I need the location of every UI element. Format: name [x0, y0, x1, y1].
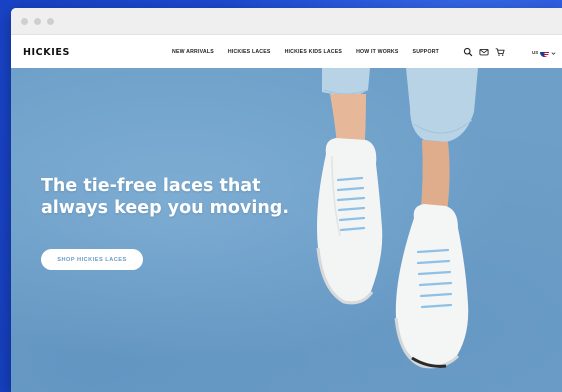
cart-icon[interactable]: [495, 47, 505, 57]
locale-selector[interactable]: US: [532, 43, 556, 61]
browser-title-bar: [11, 8, 562, 35]
hero-headline-line-1: The tie-free laces that: [41, 176, 261, 196]
nav-hickies-laces[interactable]: HICKIES LACES: [228, 49, 271, 55]
window-maximize-dot[interactable]: [47, 17, 54, 25]
search-icon[interactable]: [463, 47, 473, 57]
browser-window: HICKIES NEW ARRIVALS HICKIES LACES HICKI…: [11, 8, 562, 392]
window-close-dot[interactable]: [21, 17, 28, 25]
hero-sneakers-image: [296, 68, 496, 392]
mail-icon[interactable]: [479, 47, 489, 57]
site-header: HICKIES NEW ARRIVALS HICKIES LACES HICKI…: [11, 35, 562, 69]
main-menu: NEW ARRIVALS HICKIES LACES HICKIES KIDS …: [172, 49, 439, 55]
site-logo[interactable]: HICKIES: [23, 47, 70, 58]
window-minimize-dot[interactable]: [34, 17, 41, 25]
nav-how-it-works[interactable]: HOW IT WORKS: [356, 49, 398, 55]
hero-headline-line-2: always keep you moving.: [41, 198, 289, 218]
locale-code: US: [532, 49, 539, 55]
hero-headline: The tie-free laces that always keep you m…: [41, 175, 311, 219]
chevron-down-icon: [551, 43, 556, 61]
shop-hickies-laces-button[interactable]: SHOP HICKIES LACES: [41, 249, 143, 270]
nav-hickies-kids-laces[interactable]: HICKIES KIDS LACES: [285, 49, 343, 55]
nav-support[interactable]: SUPPORT: [413, 49, 439, 55]
nav-new-arrivals[interactable]: NEW ARRIVALS: [172, 49, 214, 55]
us-flag-icon: [540, 48, 550, 57]
hero-banner: The tie-free laces that always keep you m…: [11, 68, 562, 392]
header-icons: [463, 47, 505, 57]
